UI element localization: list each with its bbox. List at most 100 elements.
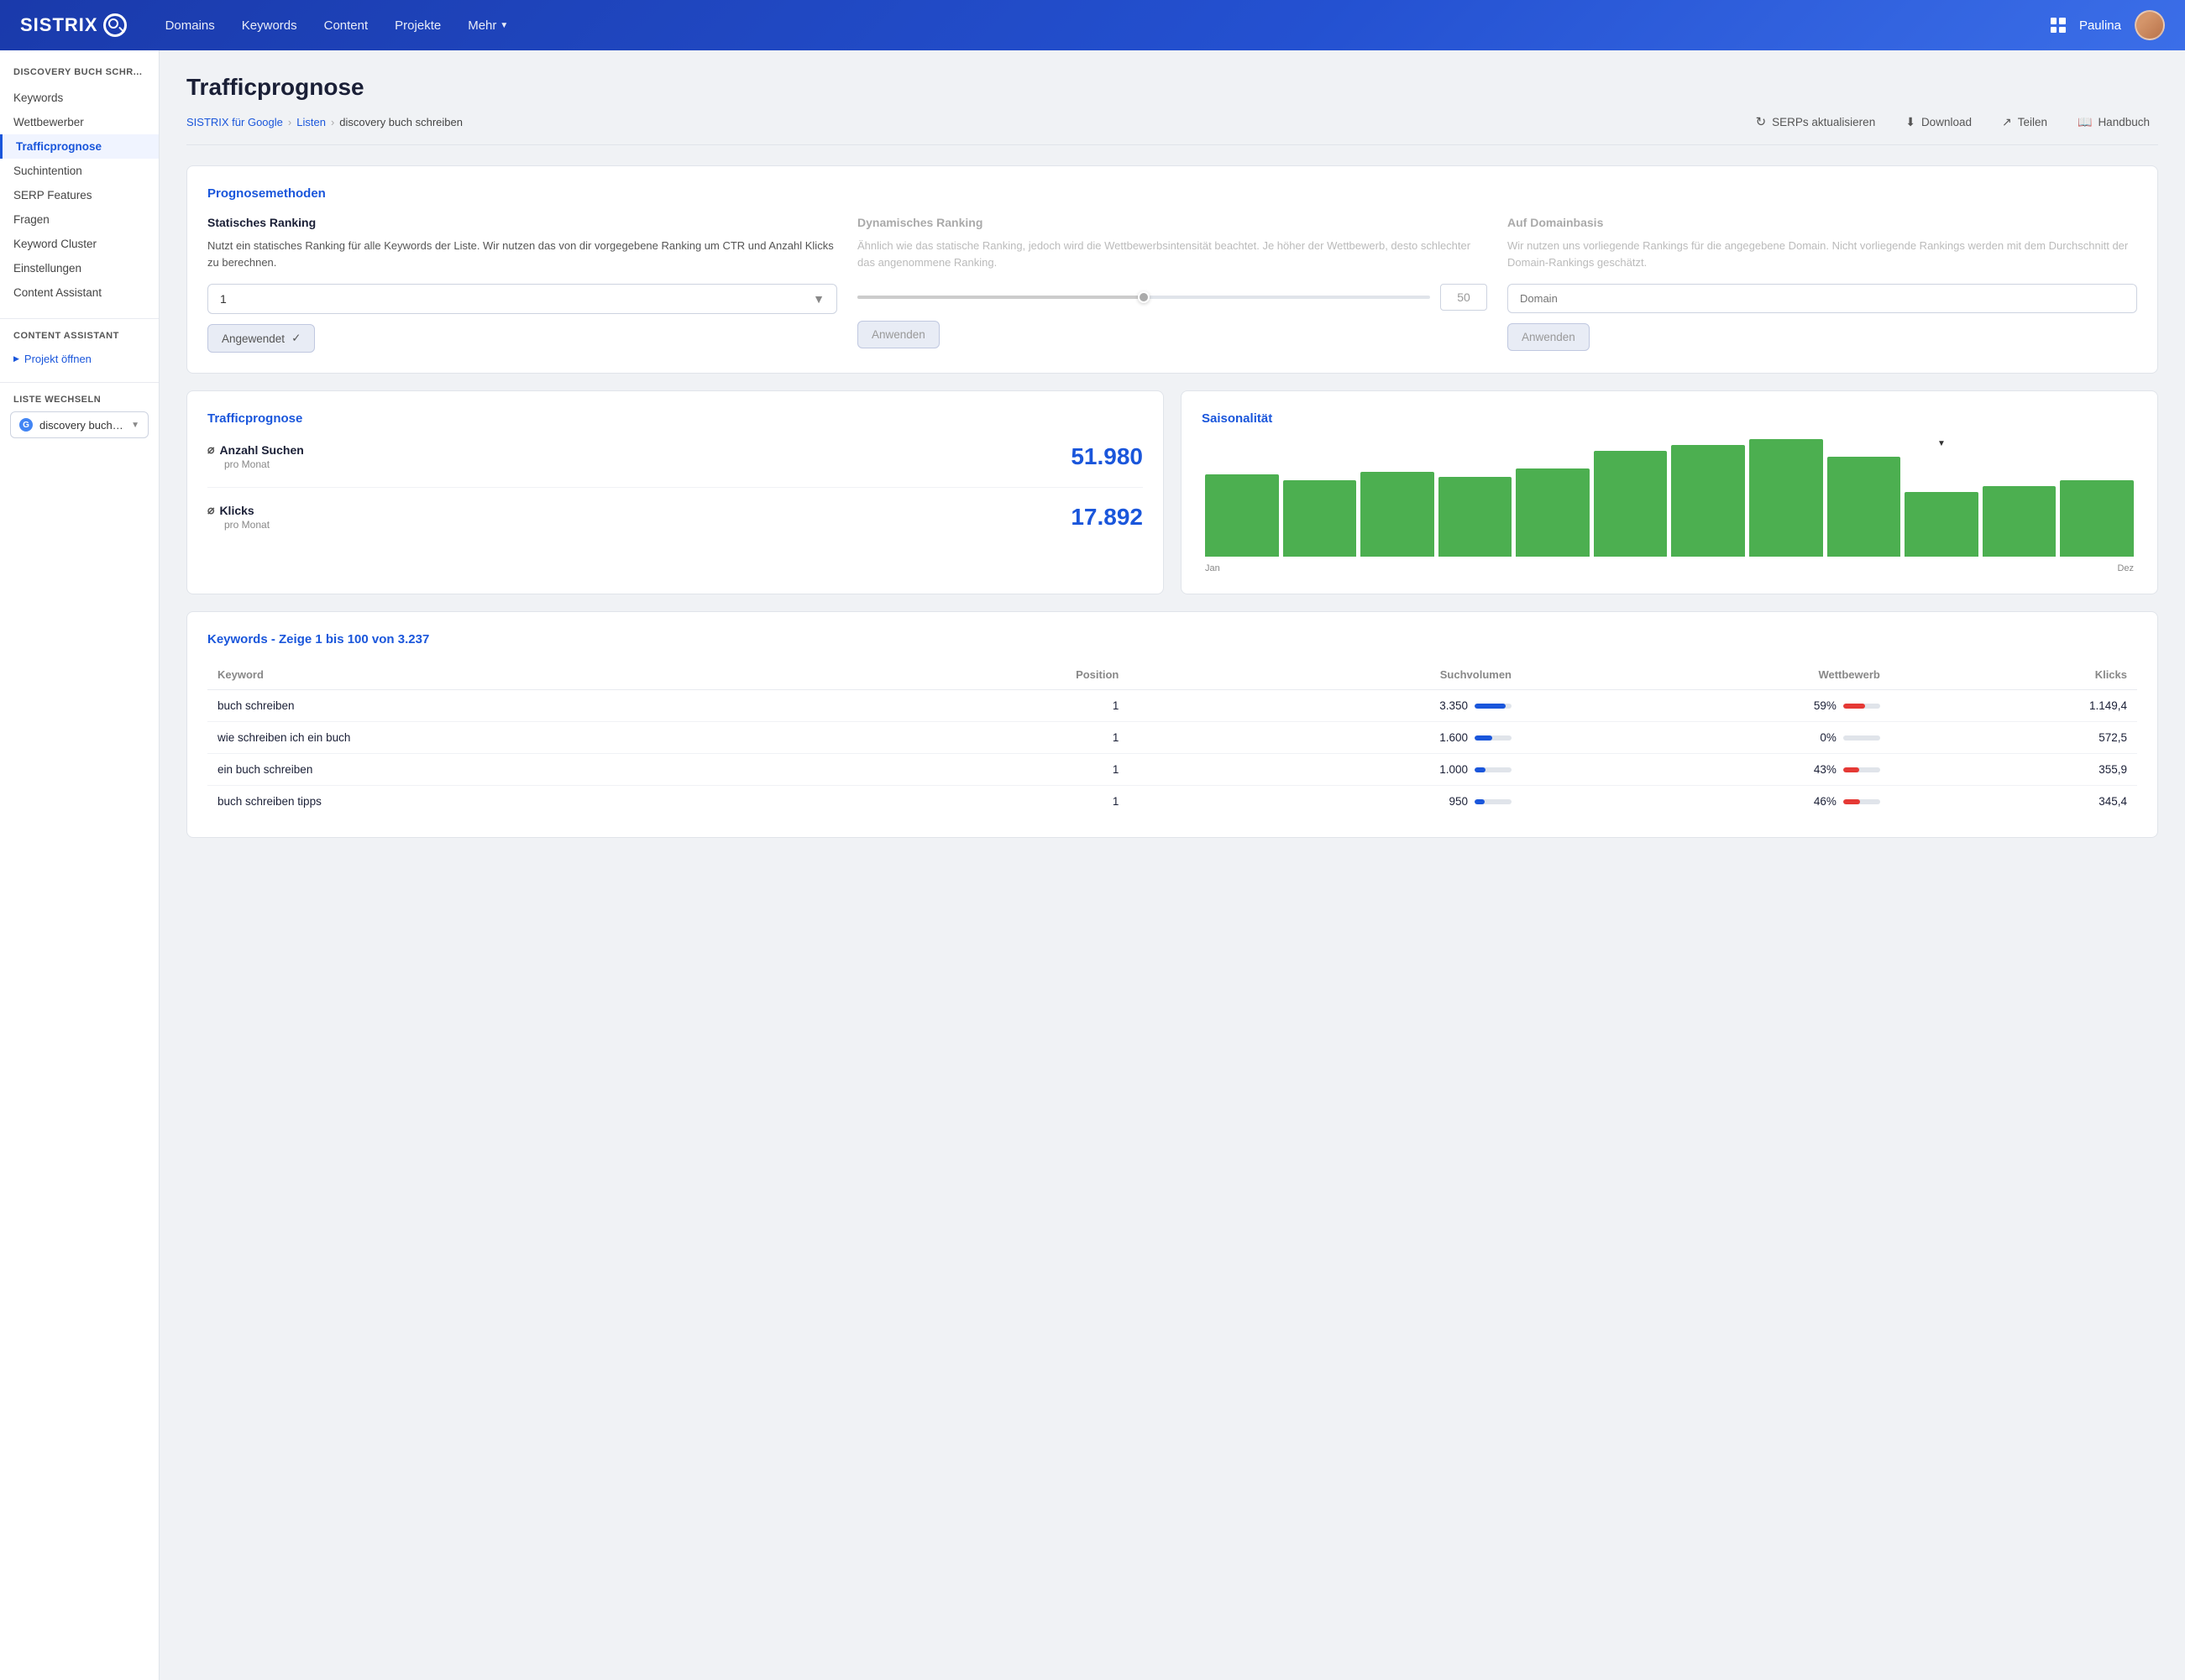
bar-okt: ▼: [1905, 439, 1978, 557]
sidebar-projekt-link[interactable]: ▶ Projekt öffnen: [0, 348, 159, 370]
chart-labels: Jan Dez: [1202, 560, 2137, 573]
liste-wechseln-title: LISTE WECHSELN: [0, 395, 159, 411]
book-icon: 📖: [2078, 115, 2092, 129]
select-chevron-icon: ▼: [813, 292, 825, 306]
slider-track[interactable]: [857, 296, 1430, 299]
sidebar-item-serp-features[interactable]: SERP Features: [0, 183, 159, 207]
suchvolumen-cell: 1.000: [1129, 754, 1522, 786]
position-cell: 1: [860, 786, 1129, 818]
serps-button[interactable]: ↻ SERPs aktualisieren: [1747, 109, 1884, 134]
wettbewerb-cell: 46%: [1522, 786, 1890, 818]
toolbar: ↻ SERPs aktualisieren ⬇ Download ↗ Teile…: [1747, 109, 2158, 134]
nav-item-projekte[interactable]: Projekte: [383, 12, 453, 39]
col-position: Position: [860, 660, 1129, 690]
avatar[interactable]: [2135, 10, 2165, 40]
nav-item-content[interactable]: Content: [312, 12, 380, 39]
header: SISTRIX Domains Keywords Content Projekt…: [0, 0, 2185, 50]
table-row: ein buch schreiben 1 1.000: [207, 754, 2137, 786]
prognose-card-title: Prognosemethoden: [207, 186, 2137, 201]
keyword-cell: buch schreiben tipps: [207, 786, 860, 818]
user-name[interactable]: Paulina: [2079, 18, 2121, 33]
breadcrumb-item-listen[interactable]: Listen: [296, 116, 326, 128]
sidebar-item-einstellungen[interactable]: Einstellungen: [0, 256, 159, 280]
seasonality-chart: ▼: [1202, 439, 2137, 557]
breadcrumb-item-current: discovery buch schreiben: [339, 116, 463, 128]
seasonality-card: Saisonalität: [1181, 390, 2158, 594]
keywords-table-body: buch schreiben 1 3.350: [207, 690, 2137, 818]
method-domainbasis: Auf Domainbasis Wir nutzen uns vorliegen…: [1507, 216, 2137, 353]
method-3-desc: Wir nutzen uns vorliegende Rankings für …: [1507, 238, 2137, 270]
ranking-select[interactable]: 1 ▼: [207, 284, 837, 314]
google-icon: G: [19, 418, 33, 432]
bar-dez: [2060, 439, 2134, 557]
metric-suchen-sub: pro Monat: [224, 458, 304, 470]
sidebar-item-fragen[interactable]: Fragen: [0, 207, 159, 232]
suchvolumen-cell: 1.600: [1129, 722, 1522, 754]
list-selector[interactable]: G discovery buch s... ▼: [10, 411, 149, 438]
applied-button: Angewendet ✓: [207, 324, 315, 353]
nav-item-keywords[interactable]: Keywords: [230, 12, 309, 39]
download-button[interactable]: ⬇ Download: [1897, 110, 1980, 134]
slider-input[interactable]: [1440, 284, 1487, 311]
metric-klicks-value: 17.892: [1071, 504, 1143, 531]
klicks-cell: 345,4: [1890, 786, 2137, 818]
bar-apr: [1438, 439, 1512, 557]
forecast-seasonality-row: Trafficprognose ⌀ Anzahl Suchen pro Mona…: [186, 390, 2158, 594]
wettbewerb-cell: 0%: [1522, 722, 1890, 754]
share-icon: ↗: [2002, 115, 2012, 129]
sidebar-item-keywords[interactable]: Keywords: [0, 86, 159, 110]
bar-sep: [1827, 439, 1901, 557]
col-suchvolumen: Suchvolumen: [1129, 660, 1522, 690]
chevron-down-icon: ▼: [500, 21, 508, 30]
bar-mar: [1360, 439, 1434, 557]
chevron-down-icon: ▼: [131, 421, 139, 430]
page-title: Trafficprognose: [186, 74, 2158, 101]
teilen-button[interactable]: ↗ Teilen: [1994, 110, 2056, 134]
slider-thumb[interactable]: [1138, 291, 1150, 303]
download-icon: ⬇: [1905, 115, 1915, 129]
keywords-title: Keywords - Zeige 1 bis 100 von 3.237: [207, 632, 2137, 646]
apply-button-domain[interactable]: Anwenden: [1507, 323, 1590, 351]
main-nav: Domains Keywords Content Projekte Mehr ▼: [154, 12, 2051, 39]
sidebar-item-trafficprognose[interactable]: Trafficprognose: [0, 134, 159, 159]
sidebar-item-keyword-cluster[interactable]: Keyword Cluster: [0, 232, 159, 256]
traffic-card: Trafficprognose ⌀ Anzahl Suchen pro Mona…: [186, 390, 1164, 594]
bar-nov: [1983, 439, 2057, 557]
bar-mai: [1516, 439, 1590, 557]
chart-label-dez: Dez: [2117, 563, 2134, 573]
col-wettbewerb: Wettbewerb: [1522, 660, 1890, 690]
keyword-cell: wie schreiben ich ein buch: [207, 722, 860, 754]
suchvolumen-cell: 950: [1129, 786, 1522, 818]
slider-row: [857, 284, 1487, 311]
breadcrumb-sep-1: ›: [288, 116, 291, 128]
method-1-title: Statisches Ranking: [207, 216, 837, 229]
sidebar-item-wettbewerber[interactable]: Wettbewerber: [0, 110, 159, 134]
domain-input[interactable]: [1507, 284, 2137, 313]
handbuch-button[interactable]: 📖 Handbuch: [2069, 110, 2158, 134]
wettbewerb-cell: 43%: [1522, 754, 1890, 786]
refresh-icon: ↻: [1756, 114, 1767, 129]
nav-item-domains[interactable]: Domains: [154, 12, 227, 39]
klicks-cell: 572,5: [1890, 722, 2137, 754]
nav-item-mehr[interactable]: Mehr ▼: [456, 12, 520, 39]
keywords-table: Keyword Position Suchvolumen Wettbewerb …: [207, 660, 2137, 817]
col-klicks: Klicks: [1890, 660, 2137, 690]
sidebar-item-content-assistant[interactable]: Content Assistant: [0, 280, 159, 305]
breadcrumb: SISTRIX für Google › Listen › discovery …: [186, 116, 463, 128]
col-keyword: Keyword: [207, 660, 860, 690]
slider-fill: [857, 296, 1144, 299]
logo[interactable]: SISTRIX: [20, 13, 127, 37]
traffic-card-title: Trafficprognose: [207, 411, 1143, 426]
apply-button-dynamic[interactable]: Anwenden: [857, 321, 940, 348]
bar-jul: [1671, 439, 1745, 557]
breadcrumb-item-sistrix[interactable]: SISTRIX für Google: [186, 116, 283, 128]
sidebar-item-suchintention[interactable]: Suchintention: [0, 159, 159, 183]
breadcrumb-bar: SISTRIX für Google › Listen › discovery …: [186, 109, 2158, 145]
wettbewerb-cell: 59%: [1522, 690, 1890, 722]
breadcrumb-sep-2: ›: [331, 116, 334, 128]
grid-icon[interactable]: [2051, 18, 2066, 33]
methods-grid: Statisches Ranking Nutzt ein statisches …: [207, 216, 2137, 353]
bar-jun: [1594, 439, 1668, 557]
metric-suchen-value: 51.980: [1071, 443, 1143, 470]
list-text: discovery buch s...: [39, 419, 124, 432]
